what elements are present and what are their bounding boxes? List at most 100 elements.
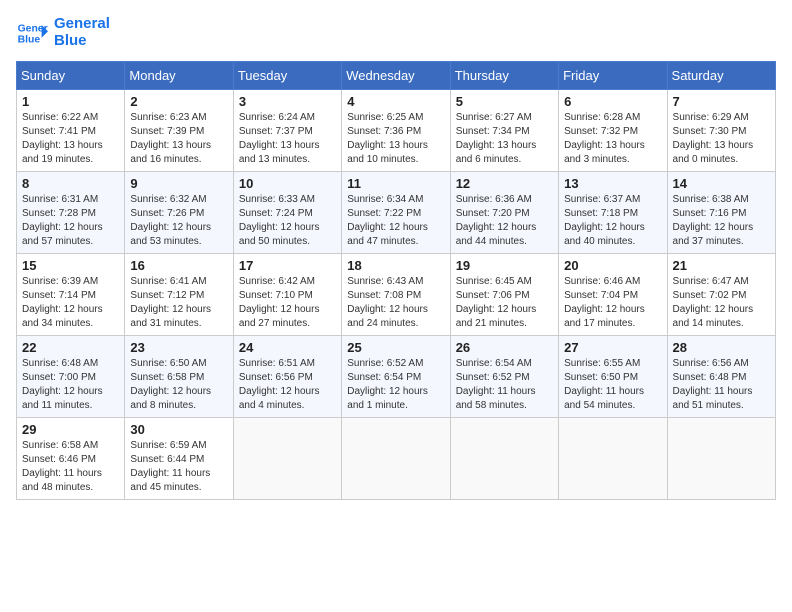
sunrise-label: Sunrise: (456, 112, 495, 123)
calendar-cell (559, 418, 667, 500)
sunrise-label: Sunrise: (130, 194, 169, 205)
day-info: Sunrise: 6:45 AM Sunset: 7:06 PM Dayligh… (456, 275, 553, 331)
sunrise-label: Sunrise: (239, 194, 278, 205)
sunset-label: Sunset: (564, 208, 601, 219)
sunset-label: Sunset: (564, 126, 601, 137)
calendar-table: SundayMondayTuesdayWednesdayThursdayFrid… (16, 61, 776, 500)
sunset-value: 7:16 PM (709, 208, 746, 219)
sunrise-label: Sunrise: (22, 194, 61, 205)
sunset-value: 7:34 PM (492, 126, 529, 137)
daylight-label: Daylight: 12 hours and 57 minutes. (22, 222, 103, 247)
calendar-cell: 18 Sunrise: 6:43 AM Sunset: 7:08 PM Dayl… (342, 254, 450, 336)
daylight-label: Daylight: 12 hours and 21 minutes. (456, 304, 537, 329)
day-number: 10 (239, 176, 336, 191)
sunrise-value: 6:37 AM (604, 194, 641, 205)
sunrise-value: 6:36 AM (495, 194, 532, 205)
daylight-label: Daylight: 12 hours and 34 minutes. (22, 304, 103, 329)
sunset-label: Sunset: (564, 372, 601, 383)
sunset-value: 7:04 PM (601, 290, 638, 301)
sunrise-value: 6:46 AM (604, 276, 641, 287)
sunrise-label: Sunrise: (673, 358, 712, 369)
sunset-value: 6:58 PM (167, 372, 204, 383)
sunrise-value: 6:24 AM (278, 112, 315, 123)
calendar-week-2: 8 Sunrise: 6:31 AM Sunset: 7:28 PM Dayli… (17, 172, 776, 254)
calendar-cell: 1 Sunrise: 6:22 AM Sunset: 7:41 PM Dayli… (17, 90, 125, 172)
day-number: 1 (22, 94, 119, 109)
sunset-value: 7:08 PM (384, 290, 421, 301)
calendar-cell (450, 418, 558, 500)
sunrise-label: Sunrise: (347, 358, 386, 369)
sunrise-value: 6:34 AM (387, 194, 424, 205)
day-number: 24 (239, 340, 336, 355)
calendar-week-4: 22 Sunrise: 6:48 AM Sunset: 7:00 PM Dayl… (17, 336, 776, 418)
weekday-header-wednesday: Wednesday (342, 62, 450, 90)
sunset-value: 6:48 PM (709, 372, 746, 383)
calendar-cell: 15 Sunrise: 6:39 AM Sunset: 7:14 PM Dayl… (17, 254, 125, 336)
sunset-label: Sunset: (130, 290, 167, 301)
daylight-label: Daylight: 12 hours and 31 minutes. (130, 304, 211, 329)
daylight-label: Daylight: 12 hours and 44 minutes. (456, 222, 537, 247)
sunrise-value: 6:43 AM (387, 276, 424, 287)
calendar-cell: 9 Sunrise: 6:32 AM Sunset: 7:26 PM Dayli… (125, 172, 233, 254)
day-number: 18 (347, 258, 444, 273)
sunset-label: Sunset: (22, 126, 59, 137)
day-info: Sunrise: 6:36 AM Sunset: 7:20 PM Dayligh… (456, 193, 553, 249)
calendar-cell: 11 Sunrise: 6:34 AM Sunset: 7:22 PM Dayl… (342, 172, 450, 254)
daylight-label: Daylight: 11 hours and 48 minutes. (22, 468, 102, 493)
day-info: Sunrise: 6:22 AM Sunset: 7:41 PM Dayligh… (22, 111, 119, 167)
day-number: 22 (22, 340, 119, 355)
daylight-label: Daylight: 11 hours and 51 minutes. (673, 386, 753, 411)
day-info: Sunrise: 6:54 AM Sunset: 6:52 PM Dayligh… (456, 357, 553, 413)
daylight-label: Daylight: 13 hours and 3 minutes. (564, 140, 645, 165)
sunrise-label: Sunrise: (564, 358, 603, 369)
sunset-value: 6:50 PM (601, 372, 638, 383)
daylight-label: Daylight: 12 hours and 50 minutes. (239, 222, 320, 247)
daylight-label: Daylight: 12 hours and 11 minutes. (22, 386, 103, 411)
daylight-label: Daylight: 12 hours and 47 minutes. (347, 222, 428, 247)
sunset-value: 7:00 PM (59, 372, 96, 383)
day-info: Sunrise: 6:33 AM Sunset: 7:24 PM Dayligh… (239, 193, 336, 249)
sunrise-value: 6:39 AM (61, 276, 98, 287)
sunset-value: 7:20 PM (492, 208, 529, 219)
calendar-cell: 10 Sunrise: 6:33 AM Sunset: 7:24 PM Dayl… (233, 172, 341, 254)
sunrise-value: 6:50 AM (170, 358, 207, 369)
sunrise-value: 6:33 AM (278, 194, 315, 205)
day-number: 19 (456, 258, 553, 273)
sunrise-label: Sunrise: (130, 112, 169, 123)
calendar-cell: 3 Sunrise: 6:24 AM Sunset: 7:37 PM Dayli… (233, 90, 341, 172)
logo-text-blue: Blue (54, 33, 110, 50)
sunset-label: Sunset: (130, 208, 167, 219)
day-number: 14 (673, 176, 770, 191)
sunset-value: 7:28 PM (59, 208, 96, 219)
daylight-label: Daylight: 13 hours and 6 minutes. (456, 140, 537, 165)
sunset-label: Sunset: (22, 454, 59, 465)
day-info: Sunrise: 6:32 AM Sunset: 7:26 PM Dayligh… (130, 193, 227, 249)
sunrise-label: Sunrise: (130, 358, 169, 369)
daylight-label: Daylight: 12 hours and 40 minutes. (564, 222, 645, 247)
calendar-cell: 29 Sunrise: 6:58 AM Sunset: 6:46 PM Dayl… (17, 418, 125, 500)
sunset-value: 6:46 PM (59, 454, 96, 465)
day-number: 17 (239, 258, 336, 273)
sunset-value: 7:36 PM (384, 126, 421, 137)
sunrise-value: 6:28 AM (604, 112, 641, 123)
sunrise-label: Sunrise: (673, 276, 712, 287)
sunset-label: Sunset: (673, 208, 710, 219)
weekday-header-friday: Friday (559, 62, 667, 90)
day-number: 9 (130, 176, 227, 191)
sunset-value: 6:56 PM (276, 372, 313, 383)
day-info: Sunrise: 6:48 AM Sunset: 7:00 PM Dayligh… (22, 357, 119, 413)
calendar-week-1: 1 Sunrise: 6:22 AM Sunset: 7:41 PM Dayli… (17, 90, 776, 172)
sunset-label: Sunset: (456, 208, 493, 219)
daylight-label: Daylight: 12 hours and 37 minutes. (673, 222, 754, 247)
calendar-cell (667, 418, 775, 500)
sunrise-label: Sunrise: (22, 440, 61, 451)
calendar-cell: 8 Sunrise: 6:31 AM Sunset: 7:28 PM Dayli… (17, 172, 125, 254)
day-number: 11 (347, 176, 444, 191)
sunset-value: 7:32 PM (601, 126, 638, 137)
day-info: Sunrise: 6:31 AM Sunset: 7:28 PM Dayligh… (22, 193, 119, 249)
sunset-value: 6:44 PM (167, 454, 204, 465)
sunrise-value: 6:25 AM (387, 112, 424, 123)
sunrise-label: Sunrise: (22, 358, 61, 369)
day-number: 29 (22, 422, 119, 437)
calendar-cell: 23 Sunrise: 6:50 AM Sunset: 6:58 PM Dayl… (125, 336, 233, 418)
